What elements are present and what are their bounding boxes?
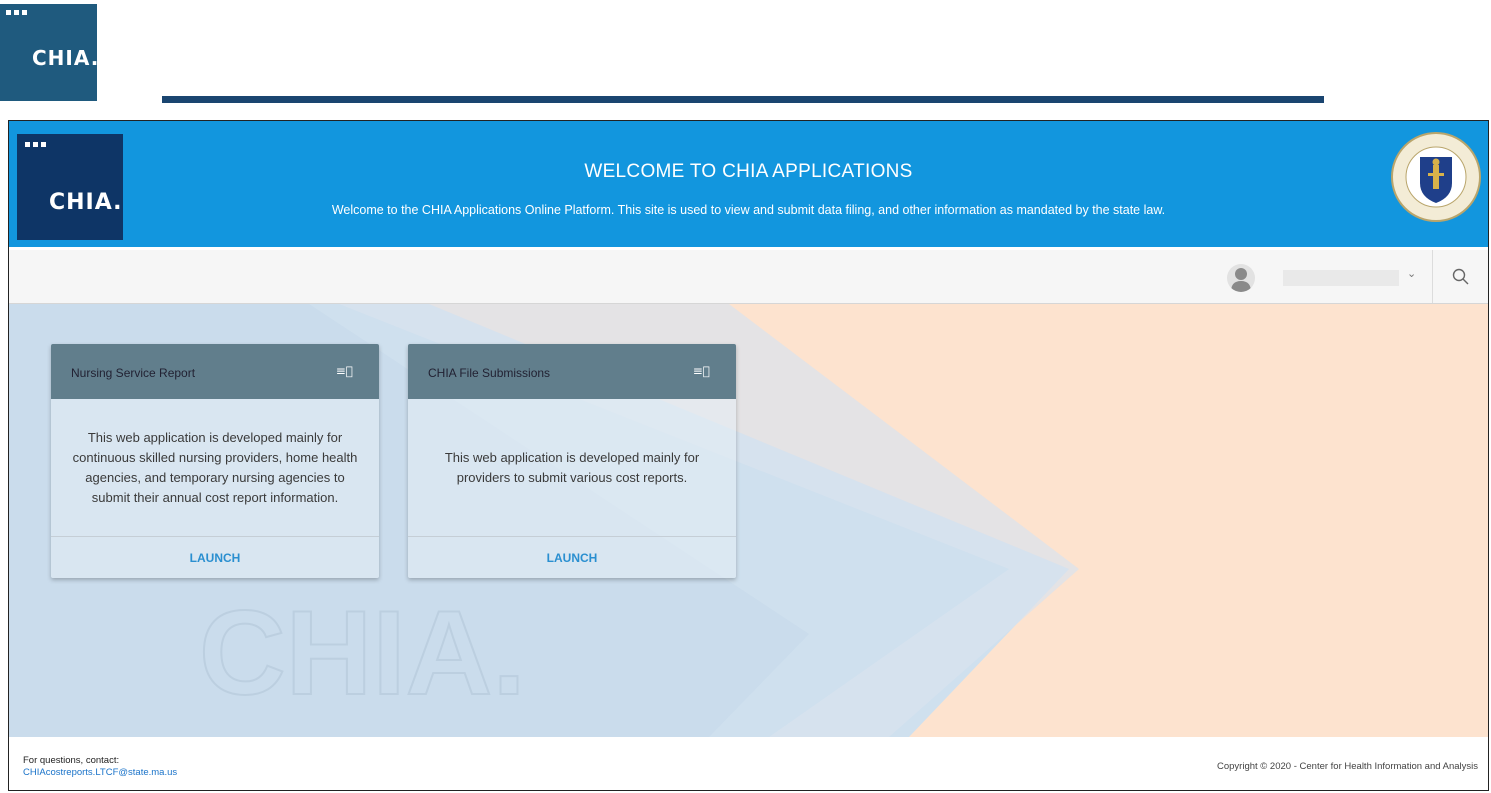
- page-footer: For questions, contact: CHIAcostreports.…: [9, 737, 1488, 790]
- chia-watermark: CHIA.: [199, 586, 526, 720]
- card-description: This web application is developed mainly…: [72, 430, 358, 505]
- page-title: WELCOME TO CHIA APPLICATIONS: [584, 161, 913, 182]
- chevron-down-icon[interactable]: ⌄: [1407, 267, 1416, 280]
- card-header: Nursing Service Report ≡⃞: [51, 344, 379, 399]
- header-logo-dots: [25, 142, 46, 147]
- slide-divider-rule: [162, 96, 1324, 103]
- launch-button[interactable]: LAUNCH: [547, 551, 598, 565]
- page-subtitle: Welcome to the CHIA Applications Online …: [331, 203, 1166, 217]
- top-toolbar: ⌄: [9, 250, 1488, 304]
- contact-label: For questions, contact:: [23, 755, 120, 766]
- person-icon: [1231, 268, 1251, 292]
- card-footer: LAUNCH: [51, 536, 379, 578]
- card-title: Nursing Service Report: [71, 366, 196, 380]
- logo-dots: [6, 10, 27, 15]
- card-description: This web application is developed mainly…: [444, 450, 700, 485]
- header-chia-logo[interactable]: CHIA.: [17, 134, 123, 240]
- card-title: CHIA File Submissions: [428, 366, 551, 380]
- app-window: CHIA. WELCOME TO CHIA APPLICATIONS Welco…: [8, 120, 1489, 791]
- app-header: CHIA. WELCOME TO CHIA APPLICATIONS Welco…: [9, 121, 1488, 250]
- slide-chia-logo: CHIA.: [0, 4, 100, 101]
- slide-logo-text: CHIA.: [32, 46, 100, 70]
- launch-button[interactable]: LAUNCH: [190, 551, 241, 565]
- app-card-chia-file-submissions: CHIA File Submissions ≡⃞ This web applic…: [408, 344, 736, 578]
- card-header: CHIA File Submissions ≡⃞: [408, 344, 736, 399]
- card-menu-icon[interactable]: ≡⃞: [336, 364, 353, 378]
- user-avatar[interactable]: [1227, 264, 1255, 292]
- main-content: CHIA. Nursing Service Report ≡⃞ This web…: [9, 304, 1488, 737]
- contact-email-link[interactable]: CHIAcostreports.LTCF@state.ma.us: [23, 767, 177, 778]
- user-name-field[interactable]: [1283, 270, 1399, 286]
- search-icon[interactable]: [1449, 265, 1473, 289]
- massachusetts-seal-icon: [1391, 132, 1481, 222]
- card-menu-icon[interactable]: ≡⃞: [693, 364, 710, 378]
- toolbar-divider: [1432, 250, 1433, 303]
- copyright-text: Copyright © 2020 - Center for Health Inf…: [1217, 761, 1478, 772]
- app-card-nursing-service-report: Nursing Service Report ≡⃞ This web appli…: [51, 344, 379, 578]
- card-footer: LAUNCH: [408, 536, 736, 578]
